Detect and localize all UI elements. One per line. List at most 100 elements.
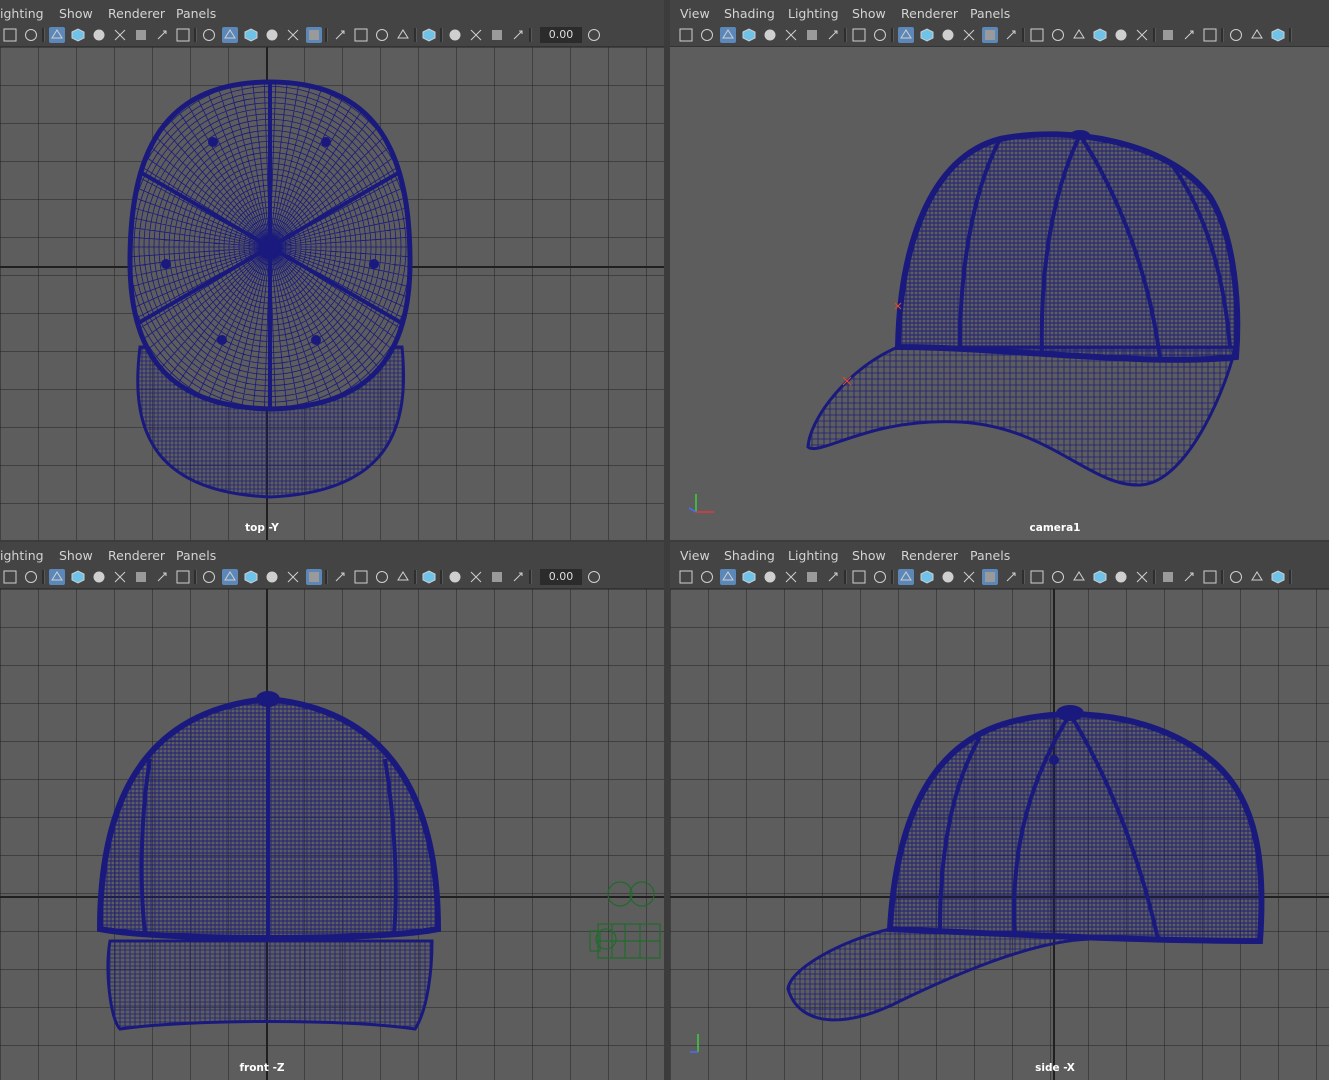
paint-icon[interactable] xyxy=(374,569,390,585)
exposure-icon[interactable] xyxy=(982,27,998,43)
film-gate-icon[interactable] xyxy=(421,27,437,43)
grid-icon[interactable] xyxy=(49,27,65,43)
viewport-persp[interactable]: View Shading Lighting Show Renderer Pane… xyxy=(670,0,1329,540)
menu-renderer[interactable]: Renderer xyxy=(108,548,165,563)
gamma-icon[interactable] xyxy=(1003,569,1019,585)
lights-icon[interactable] xyxy=(201,27,217,43)
menu-lighting[interactable]: ighting xyxy=(0,6,44,21)
shadows-icon[interactable] xyxy=(222,569,238,585)
select-icon[interactable] xyxy=(1029,27,1045,43)
cap-wireframe-top[interactable] xyxy=(0,47,664,540)
menu-show[interactable]: Show xyxy=(852,548,886,563)
resolution-gate-icon[interactable] xyxy=(762,27,778,43)
textured-icon[interactable] xyxy=(175,27,191,43)
wireframe-icon[interactable] xyxy=(804,569,820,585)
resolution-gate-icon[interactable] xyxy=(1113,569,1129,585)
resolution-gate-icon[interactable] xyxy=(447,569,463,585)
textured-icon[interactable] xyxy=(851,569,867,585)
cap-wireframe-side[interactable] xyxy=(670,589,1329,1080)
textured-icon[interactable] xyxy=(1202,569,1218,585)
wireframe-icon[interactable] xyxy=(133,27,149,43)
isolate-icon[interactable] xyxy=(919,27,935,43)
paint-icon[interactable] xyxy=(1050,569,1066,585)
menu-renderer[interactable]: Renderer xyxy=(901,548,958,563)
viewport-canvas[interactable]: side -X xyxy=(670,589,1329,1080)
menu-shading[interactable]: Shading xyxy=(724,548,775,563)
gamma-icon[interactable] xyxy=(332,569,348,585)
film-gate-icon[interactable] xyxy=(421,569,437,585)
exposure-icon[interactable] xyxy=(982,569,998,585)
isolate-icon[interactable] xyxy=(243,569,259,585)
isolate-icon[interactable] xyxy=(919,569,935,585)
grid-icon[interactable] xyxy=(49,569,65,585)
textured-icon[interactable] xyxy=(851,27,867,43)
menu-lighting[interactable]: Lighting xyxy=(788,548,839,563)
resolution-gate-icon[interactable] xyxy=(91,27,107,43)
wireframe-icon[interactable] xyxy=(133,569,149,585)
isolate-icon[interactable] xyxy=(1270,569,1286,585)
film-gate-icon[interactable] xyxy=(741,569,757,585)
shadows-icon[interactable] xyxy=(898,569,914,585)
cap-wireframe-persp[interactable] xyxy=(670,47,1329,540)
lights-icon[interactable] xyxy=(872,569,888,585)
viewport-canvas[interactable]: front -Z xyxy=(0,589,664,1080)
smooth-shade-icon[interactable] xyxy=(510,569,526,585)
resolution-gate-icon[interactable] xyxy=(762,569,778,585)
wireframe-icon[interactable] xyxy=(804,27,820,43)
viewport-canvas[interactable]: top -Y xyxy=(0,47,664,540)
film-gate-icon[interactable] xyxy=(70,569,86,585)
grid-icon[interactable] xyxy=(720,569,736,585)
smooth-shade-icon[interactable] xyxy=(825,569,841,585)
xray-icon[interactable] xyxy=(264,27,280,43)
camera-icon[interactable] xyxy=(961,569,977,585)
smooth-shade-icon[interactable] xyxy=(510,27,526,43)
paint-icon[interactable] xyxy=(23,569,39,585)
gamma-icon[interactable] xyxy=(1003,27,1019,43)
menu-view[interactable]: View xyxy=(680,6,710,21)
menu-view[interactable]: View xyxy=(680,548,710,563)
xray-icon[interactable] xyxy=(940,569,956,585)
lights-icon[interactable] xyxy=(1228,27,1244,43)
xray-icon[interactable] xyxy=(264,569,280,585)
shadows-icon[interactable] xyxy=(898,27,914,43)
select-icon[interactable] xyxy=(353,569,369,585)
grid-icon[interactable] xyxy=(1071,569,1087,585)
paint-icon[interactable] xyxy=(374,27,390,43)
lights-icon[interactable] xyxy=(872,27,888,43)
shadows-icon[interactable] xyxy=(222,27,238,43)
shading-icon[interactable] xyxy=(112,569,128,585)
wireframe-icon[interactable] xyxy=(489,569,505,585)
menu-lighting[interactable]: ighting xyxy=(0,548,44,563)
resolution-gate-icon[interactable] xyxy=(1113,27,1129,43)
select-icon[interactable] xyxy=(2,569,18,585)
exposure-icon[interactable] xyxy=(306,27,322,43)
smooth-shade-icon[interactable] xyxy=(154,27,170,43)
resolution-gate-icon[interactable] xyxy=(91,569,107,585)
gamma-icon[interactable] xyxy=(586,569,602,585)
camera-icon[interactable] xyxy=(961,27,977,43)
smooth-shade-icon[interactable] xyxy=(1181,27,1197,43)
select-icon[interactable] xyxy=(353,27,369,43)
film-gate-icon[interactable] xyxy=(70,27,86,43)
shading-icon[interactable] xyxy=(783,569,799,585)
gamma-icon[interactable] xyxy=(586,27,602,43)
viewport-front[interactable]: ighting Show Renderer Panels 0.00 front … xyxy=(0,542,664,1080)
viewport-canvas[interactable]: camera1 xyxy=(670,47,1329,540)
camera-icon[interactable] xyxy=(285,27,301,43)
paint-icon[interactable] xyxy=(1050,27,1066,43)
paint-icon[interactable] xyxy=(699,569,715,585)
film-gate-icon[interactable] xyxy=(1092,27,1108,43)
menu-panels[interactable]: Panels xyxy=(970,6,1010,21)
lights-icon[interactable] xyxy=(1228,569,1244,585)
textured-icon[interactable] xyxy=(1202,27,1218,43)
menu-show[interactable]: Show xyxy=(59,6,93,21)
smooth-shade-icon[interactable] xyxy=(1181,569,1197,585)
menu-shading[interactable]: Shading xyxy=(724,6,775,21)
isolate-icon[interactable] xyxy=(243,27,259,43)
shading-icon[interactable] xyxy=(468,27,484,43)
menu-show[interactable]: Show xyxy=(59,548,93,563)
shadows-icon[interactable] xyxy=(1249,27,1265,43)
grid-icon[interactable] xyxy=(395,27,411,43)
grid-icon[interactable] xyxy=(720,27,736,43)
camera-icon[interactable] xyxy=(285,569,301,585)
